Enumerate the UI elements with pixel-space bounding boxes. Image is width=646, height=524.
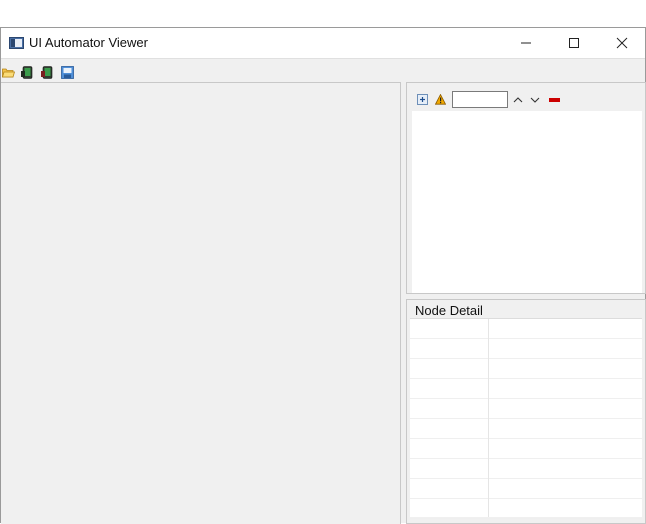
table-row[interactable] [410, 459, 642, 479]
table-row[interactable] [410, 399, 642, 419]
minimize-button[interactable] [503, 28, 549, 58]
table-row[interactable] [410, 339, 642, 359]
clear-icon[interactable] [549, 97, 560, 103]
main-toolbar [1, 64, 645, 82]
table-row[interactable] [410, 479, 642, 499]
table-row[interactable] [410, 439, 642, 459]
table-row[interactable] [410, 379, 642, 399]
close-button[interactable] [599, 28, 645, 58]
save-icon[interactable] [61, 66, 74, 79]
table-row[interactable] [410, 319, 642, 339]
hierarchy-panel [406, 82, 646, 294]
app-icon [9, 37, 24, 49]
warning-icon[interactable] [435, 94, 446, 105]
title-bar[interactable]: UI Automator Viewer [1, 28, 645, 59]
window-title: UI Automator Viewer [29, 35, 148, 50]
chevron-down-icon[interactable] [530, 96, 540, 104]
chevron-up-icon[interactable] [513, 96, 523, 104]
node-detail-title: Node Detail [415, 303, 485, 318]
device-screenshot-compressed-icon[interactable] [41, 66, 54, 79]
maximize-button[interactable] [551, 28, 597, 58]
screenshot-canvas[interactable] [1, 82, 401, 524]
node-detail-table[interactable] [410, 318, 642, 519]
expand-all-icon[interactable] [417, 94, 428, 105]
hierarchy-toolbar [415, 91, 615, 109]
app-window: UI Automator Viewer Node Detail [0, 27, 646, 524]
minimize-icon [521, 42, 531, 44]
table-row[interactable] [410, 359, 642, 379]
table-row[interactable] [410, 419, 642, 439]
hierarchy-tree[interactable] [412, 111, 642, 293]
table-row[interactable] [410, 499, 642, 519]
column-divider[interactable] [488, 319, 489, 517]
open-icon[interactable] [2, 66, 15, 79]
close-icon [616, 37, 628, 49]
hierarchy-search-input[interactable] [452, 91, 508, 108]
node-detail-panel: Node Detail [406, 299, 646, 524]
device-screenshot-icon[interactable] [21, 66, 34, 79]
maximize-icon [569, 38, 579, 48]
